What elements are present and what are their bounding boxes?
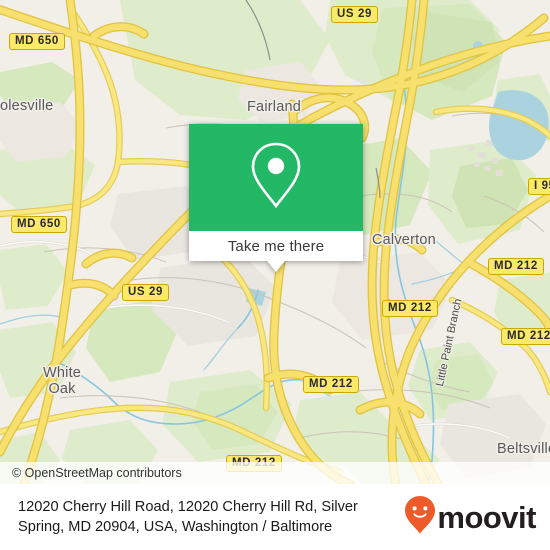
moovit-logo[interactable]: moovit [405,495,536,539]
moovit-wordmark: moovit [437,499,536,535]
shield-md-650-north: MD 650 [9,33,65,50]
shield-md-650-west: MD 650 [11,216,67,233]
footer-bar: 12020 Cherry Hill Road, 12020 Cherry Hil… [0,484,550,550]
popup-image-area [189,124,363,231]
map-pin-icon [247,141,305,214]
moovit-smiley-pin-icon [405,495,436,539]
osm-attribution[interactable]: © OpenStreetMap contributors [0,462,550,484]
map-screen: .park { fill:#dfeccc; } .park2 { fill:#c… [0,0,550,550]
shield-us-29-north: US 29 [331,6,378,23]
popup-pointer-tail [267,261,285,272]
destination-popup-card[interactable]: Take me there [189,124,363,272]
shield-us-29-west: US 29 [122,284,169,301]
shield-md-212a: MD 212A [501,328,550,345]
take-me-there-label: Take me there [227,237,325,255]
shield-md-212-east: MD 212 [488,258,544,275]
shield-md-212-center: MD 212 [382,300,438,317]
shield-i-95: I 95 [528,178,550,195]
popup-cta-area[interactable]: Take me there [189,231,363,261]
shield-md-212-south: MD 212 [303,376,359,393]
address-title: 12020 Cherry Hill Road, 12020 Cherry Hil… [18,499,358,535]
